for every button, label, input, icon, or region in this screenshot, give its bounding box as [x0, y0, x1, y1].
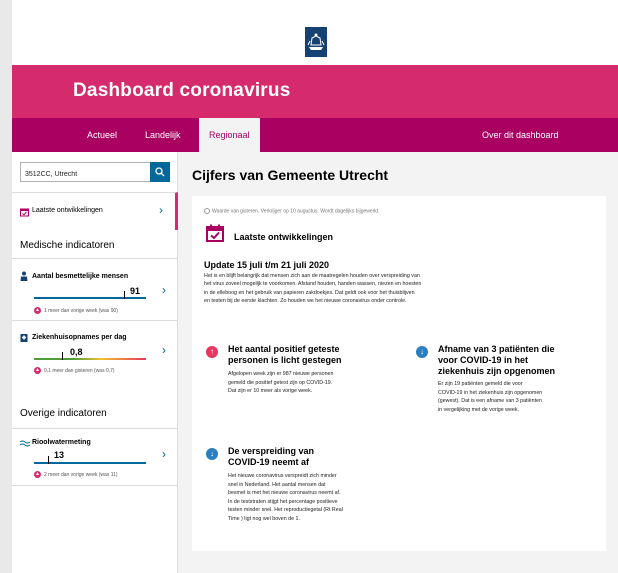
search-button[interactable]: [150, 162, 170, 182]
page-title: Dashboard coronavirus: [73, 80, 291, 101]
indicator-bar: [34, 297, 146, 299]
indicator-value: 91: [130, 286, 141, 296]
search-input[interactable]: [21, 165, 146, 184]
indicator-delta: ▲ 0,1 meer dan gisteren (was 0,7): [34, 367, 115, 374]
water-icon: [20, 440, 30, 447]
block-title: De verspreiding van COVID-19 neemt af: [228, 446, 315, 467]
indicator-marker: [48, 456, 49, 464]
clock-icon: [204, 208, 210, 214]
chevron-right-icon: ›: [162, 343, 166, 357]
search-icon: [155, 167, 165, 177]
tab-over-dit-dashboard[interactable]: Over dit dashboard: [482, 118, 559, 152]
indicator-delta: ▲ 2 meer dan vorige week (was 11): [34, 471, 118, 478]
indicator-value: 0,8: [70, 347, 83, 357]
section-heading: Laatste ontwikkelingen: [234, 232, 334, 242]
calendar-icon: [20, 208, 29, 217]
indicator-value: 13: [54, 450, 65, 460]
arrow-up-icon: ▲: [34, 307, 41, 314]
chevron-right-icon: ›: [162, 283, 166, 297]
indicator-label: Rioolwatermeting: [32, 439, 91, 446]
chevron-right-icon: ›: [162, 447, 166, 461]
arrow-down-icon: ↓: [206, 448, 218, 460]
arrow-up-icon: ▲: [34, 471, 41, 478]
update-note: Waarde van gisteren. Verkrijger op 10 au…: [204, 208, 380, 214]
main-title: Cijfers van Gemeente Utrecht: [192, 167, 389, 183]
arrow-up-icon: ▲: [34, 367, 41, 374]
sidebar: Laatste ontwikkelingen › Medische indica…: [12, 152, 178, 573]
sidebar-item-label: Laatste ontwikkelingen: [32, 207, 103, 214]
indicator-label: Ziekenhuisopnames per dag: [32, 334, 127, 341]
medical-indicators-title: Medische indicatoren: [20, 240, 115, 251]
page: Dashboard coronavirus Actueel Landelijk …: [12, 0, 618, 573]
chevron-right-icon: ›: [159, 203, 163, 217]
sidebar-item-latest[interactable]: Laatste ontwikkelingen ›: [12, 192, 178, 230]
arrow-down-icon: ↓: [416, 346, 428, 358]
indicator-bar: [34, 358, 146, 360]
other-indicators-title: Overige indicatoren: [20, 408, 107, 419]
sidebar-item-rioolwater[interactable]: Rioolwatermeting 13 ▲ 2 meer dan vorige w…: [12, 428, 178, 486]
search-box: [20, 162, 170, 184]
sidebar-item-ziekenhuisopnames[interactable]: Ziekenhuisopnames per dag 0,8 ▲ 0,1 meer …: [12, 320, 178, 382]
block-title: Het aantal positief geteste personen is …: [228, 344, 342, 365]
indicator-marker: [62, 352, 63, 360]
sidebar-item-besmettelijk[interactable]: Aantal besmettelijke mensen 91 ▲ 1 meer d…: [12, 258, 178, 320]
arrow-up-icon: ↑: [206, 346, 218, 358]
indicator-bar: [34, 462, 146, 464]
tab-actueel[interactable]: Actueel: [87, 118, 117, 152]
main-nav: Actueel Landelijk Regionaal Over dit das…: [12, 118, 618, 152]
rijksoverheid-logo[interactable]: [305, 27, 327, 57]
indicator-delta: ▲ 1 meer dan vorige week (was 90): [34, 307, 118, 314]
tab-landelijk[interactable]: Landelijk: [145, 118, 181, 152]
block-title: Afname van 3 patiënten die voor COVID-19…: [438, 344, 556, 376]
block-text: Er zijn 19 patiënten gemeld die voor COV…: [438, 381, 543, 413]
calendar-icon: [206, 224, 224, 242]
update-heading: Update 15 juli t/m 21 juli 2020: [204, 260, 330, 270]
update-paragraph: Het is en blijft belangrijk dat mensen z…: [204, 273, 422, 305]
top-bar: [12, 0, 618, 65]
tab-regionaal[interactable]: Regionaal: [199, 118, 260, 152]
content-card: Waarde van gisteren. Verkrijger op 10 au…: [192, 196, 606, 551]
block-text: Afgelopen week zijn er 987 nieuwe person…: [228, 371, 334, 395]
indicator-label: Aantal besmettelijke mensen: [32, 273, 129, 280]
indicator-marker: [124, 291, 125, 299]
person-icon: [20, 271, 28, 281]
header-banner: Dashboard coronavirus: [12, 65, 618, 118]
block-text: Het nieuwe coronavirus verspreidt zich m…: [228, 473, 343, 522]
hospital-icon: [20, 334, 28, 342]
